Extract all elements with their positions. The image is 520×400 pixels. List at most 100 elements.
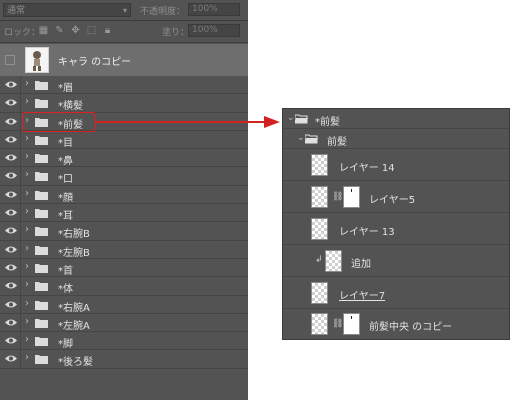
lock-all-icon[interactable]: 🔒︎ — [102, 25, 113, 36]
eye-icon[interactable] — [5, 171, 17, 180]
eye-icon[interactable] — [5, 208, 17, 217]
layer-row[interactable]: レイヤー 13 — [283, 213, 509, 245]
divider — [0, 42, 248, 43]
layers-panel: 通常 ▾ 不透明度： 100% ロック： ▦ ✎ ✥ ⬚ 🔒︎ 塗り： 100% — [0, 0, 248, 400]
open-folder-icon — [305, 134, 318, 144]
blend-mode-select[interactable]: 通常 ▾ — [3, 3, 131, 17]
group-row[interactable]: ⌄ *前髪 — [283, 109, 509, 129]
visibility-checkbox[interactable] — [5, 55, 15, 65]
divider — [20, 222, 21, 240]
chevron-right-icon[interactable]: › — [25, 133, 29, 144]
open-folder-icon — [295, 114, 308, 124]
chevron-right-icon[interactable]: › — [25, 334, 29, 345]
eye-icon[interactable] — [5, 80, 17, 89]
eye-icon[interactable] — [5, 300, 17, 309]
layer-row[interactable]: › *鼻 — [0, 149, 248, 168]
chevron-right-icon[interactable]: › — [25, 78, 29, 89]
divider — [20, 94, 21, 112]
layer-row[interactable]: レイヤー 14 — [283, 149, 509, 181]
chevron-right-icon[interactable]: › — [25, 224, 29, 235]
eye-icon[interactable] — [5, 245, 17, 254]
transparent-thumbnail — [325, 250, 342, 272]
opacity-value: 100% — [192, 4, 218, 14]
layer-row[interactable]: › *後ろ髪 — [0, 350, 248, 369]
eye-icon[interactable] — [5, 263, 17, 272]
chevron-right-icon[interactable]: › — [25, 188, 29, 199]
eye-icon[interactable] — [5, 226, 17, 235]
layer-name: *左腕A — [58, 320, 90, 332]
layer-row[interactable]: › *目 — [0, 130, 248, 150]
divider — [20, 350, 21, 368]
layer-name: *顔 — [58, 192, 73, 204]
layer-row[interactable]: › *左腕B — [0, 240, 248, 259]
chevron-right-icon[interactable]: › — [25, 243, 29, 254]
transparent-thumbnail — [311, 186, 328, 208]
chevron-right-icon[interactable]: › — [25, 316, 29, 327]
selected-layer-row[interactable]: キャラ のコピー — [0, 44, 248, 76]
layer-mask-thumbnail[interactable] — [343, 186, 360, 208]
chevron-right-icon[interactable]: › — [25, 151, 29, 162]
layer-row[interactable]: ⛓ レイヤー5 — [283, 181, 509, 213]
opacity-input[interactable]: 100% — [188, 3, 240, 16]
layer-row[interactable]: › *眉 — [0, 76, 248, 95]
chevron-right-icon[interactable]: › — [25, 279, 29, 290]
folder-icon — [35, 337, 48, 347]
chevron-right-icon[interactable]: › — [25, 96, 29, 107]
layer-row[interactable]: › *耳 — [0, 204, 248, 223]
chain-link-icon[interactable]: ⛓ — [332, 318, 343, 330]
eye-icon[interactable] — [5, 336, 17, 345]
layer-row[interactable]: › *横髪 — [0, 94, 248, 113]
folder-icon — [35, 355, 48, 365]
selected-layer-name: キャラ のコピー — [58, 57, 132, 68]
folder-icon — [35, 81, 48, 90]
layer-mask-thumbnail[interactable] — [343, 313, 360, 335]
eye-icon[interactable] — [5, 98, 17, 107]
layer-name: *口 — [58, 174, 73, 186]
fill-value: 100% — [192, 25, 218, 35]
chevron-right-icon[interactable]: › — [25, 169, 29, 180]
layer-name: *後ろ髪 — [58, 357, 93, 369]
layer-row[interactable]: › *右腕B — [0, 222, 248, 241]
eye-icon[interactable] — [5, 190, 17, 199]
folder-icon — [35, 190, 48, 200]
layer-name: レイヤー 13 — [339, 227, 395, 238]
divider — [20, 277, 21, 295]
highlight-box — [22, 112, 96, 132]
fill-input[interactable]: 100% — [188, 24, 240, 37]
lock-artboard-icon[interactable]: ⬚ — [86, 25, 97, 36]
chevron-right-icon[interactable]: › — [25, 298, 29, 309]
layer-row[interactable]: › *顔 — [0, 185, 248, 205]
layer-name: 前髪中央 のコピー — [369, 322, 453, 333]
folder-icon — [35, 282, 48, 292]
subgroup-row[interactable]: ⌄ 前髪 — [283, 129, 509, 149]
layer-row[interactable]: › *右腕A — [0, 295, 248, 314]
eye-icon[interactable] — [5, 281, 17, 290]
lock-transparent-icon[interactable]: ▦ — [38, 25, 49, 36]
layer-name: *右腕A — [58, 302, 90, 314]
transparent-thumbnail — [311, 282, 328, 304]
chevron-right-icon[interactable]: › — [25, 261, 29, 272]
layer-row[interactable]: レイヤー7 — [283, 277, 509, 309]
lock-move-icon[interactable]: ✥ — [70, 25, 81, 36]
lock-brush-icon[interactable]: ✎ — [54, 25, 65, 36]
layer-row[interactable]: ↲ 追加 — [283, 245, 509, 277]
folder-icon — [35, 227, 48, 237]
layer-row[interactable]: › *体 — [0, 277, 248, 296]
eye-icon[interactable] — [5, 354, 17, 363]
layer-row[interactable]: › *脚 — [0, 332, 248, 351]
chevron-right-icon[interactable]: › — [25, 352, 29, 363]
eye-icon[interactable] — [5, 318, 17, 327]
eye-icon[interactable] — [5, 117, 17, 126]
layer-row[interactable]: › *口 — [0, 167, 248, 186]
divider — [20, 149, 21, 167]
chevron-down-icon[interactable]: ⌄ — [297, 133, 305, 143]
layer-row[interactable]: ⛓ 前髪中央 のコピー — [283, 309, 509, 339]
chevron-right-icon[interactable]: › — [25, 206, 29, 217]
eye-icon[interactable] — [5, 153, 17, 162]
eye-icon[interactable] — [5, 135, 17, 144]
chain-link-icon[interactable]: ⛓ — [332, 191, 343, 203]
transparent-thumbnail — [311, 218, 328, 240]
layer-row[interactable]: › *首 — [0, 258, 248, 278]
chevron-down-icon[interactable]: ⌄ — [287, 113, 295, 123]
layer-row[interactable]: › *左腕A — [0, 313, 248, 333]
